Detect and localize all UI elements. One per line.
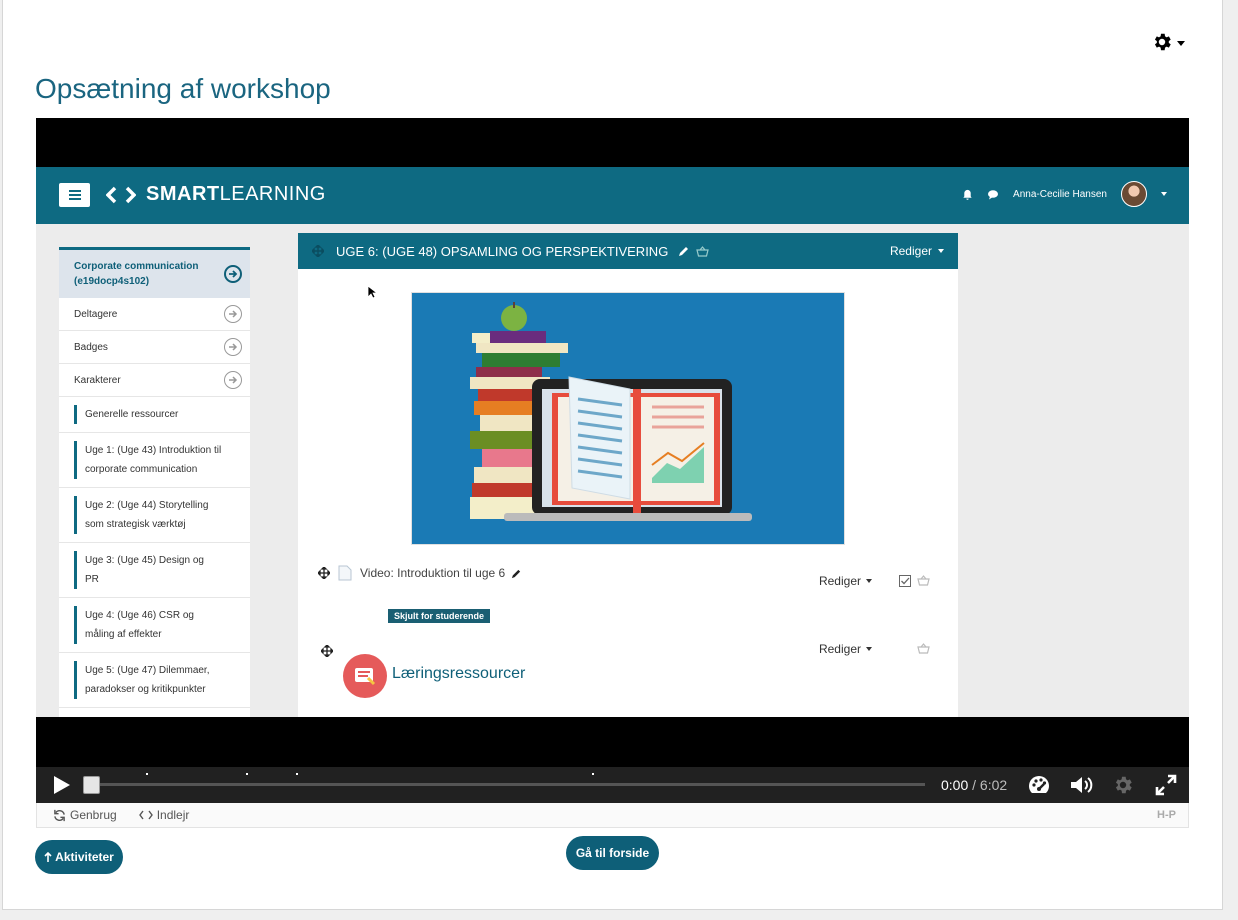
basket-icon <box>696 245 710 257</box>
frame-header: SMARTLEARNING Anna-Cecilie Hansen <box>36 167 1189 224</box>
arrow-right-icon <box>224 305 242 323</box>
playback-speed-icon[interactable] <box>1027 774 1051 796</box>
section-title: UGE 6: (UGE 48) OPSAMLING OG PERSPEKTIVE… <box>336 243 669 259</box>
time-display: 0:00 / 6:02 <box>941 777 1007 793</box>
activities-button[interactable]: Aktiviteter <box>35 840 123 874</box>
hidden-badge: Skjult for studerende <box>388 609 491 623</box>
course-illustration <box>411 292 845 545</box>
reuse-button[interactable]: Genbrug <box>53 808 117 822</box>
chevron-down-icon <box>866 647 872 651</box>
move-icon <box>318 567 330 579</box>
sidebar-section: Generelle ressourcer <box>59 397 250 433</box>
volume-icon[interactable] <box>1069 774 1093 796</box>
reuse-label: Genbrug <box>70 808 117 822</box>
mouse-cursor-icon <box>367 285 377 299</box>
section-label: Uge 2: (Uge 44) Storytelling som strateg… <box>85 500 209 530</box>
code-brackets-icon <box>106 186 136 203</box>
chevron-down-icon <box>1177 40 1185 46</box>
pencil-icon <box>679 247 689 256</box>
arrow-right-icon <box>224 371 242 389</box>
code-icon <box>138 810 153 820</box>
sidebar-section: Uge 5: (Uge 47) Dilemmaer, paradokser og… <box>59 653 250 708</box>
sidebar-section: Uge 3: (Uge 45) Design og PR <box>59 543 250 598</box>
arrow-up-icon <box>44 852 52 862</box>
refresh-icon <box>54 809 65 821</box>
sidebar-course: Corporate communication (e19docp4s102) <box>59 250 250 298</box>
course-name: Corporate communication (e19docp4s102) <box>74 261 199 287</box>
h5p-actions-bar: Genbrug Indlejr H-P <box>36 803 1189 828</box>
arrow-right-icon <box>224 338 242 356</box>
file-icon <box>338 565 352 581</box>
section-label: Uge 1: (Uge 43) Introduktion til corpora… <box>85 445 222 475</box>
chat-icon <box>988 189 999 199</box>
section-label: Uge 3: (Uge 45) Design og PR <box>85 555 204 585</box>
move-icon <box>312 245 324 257</box>
sidebar-item: Karakterer <box>59 364 250 397</box>
section-header: UGE 6: (UGE 48) OPSAMLING OG PERSPEKTIVE… <box>298 233 958 269</box>
time-separator: / <box>968 777 980 793</box>
resources-edit-menu: Rediger <box>819 642 872 656</box>
sidebar-section: Uge 4: (Uge 46) CSR og måling af effekte… <box>59 598 250 653</box>
edit-label: Rediger <box>818 642 861 656</box>
brand-logo: SMARTLEARNING <box>106 183 326 206</box>
section-label: Uge 5: (Uge 47) Dilemmaer, paradokser og… <box>85 665 210 695</box>
home-button[interactable]: Gå til forside <box>566 836 659 870</box>
activities-label: Aktiviteter <box>55 850 114 864</box>
sidebar-item-label: Deltagere <box>74 308 118 320</box>
avatar <box>1121 181 1147 207</box>
edit-label: Rediger <box>818 574 861 588</box>
section-label: Uge 4: (Uge 46) CSR og måling af effekte… <box>85 610 194 640</box>
home-label: Gå til forside <box>575 846 650 860</box>
sidebar-item-label: Badges <box>74 341 108 353</box>
sidebar-section: Uge 2: (Uge 44) Storytelling som strateg… <box>59 488 250 543</box>
frame-user-name: Anna-Cecilie Hansen <box>1013 188 1107 200</box>
video-frame[interactable]: SMARTLEARNING Anna-Cecilie Hansen Corpor… <box>36 167 1189 717</box>
move-icon <box>321 645 333 657</box>
chevron-down-icon <box>938 249 944 253</box>
frame-main: UGE 6: (UGE 48) OPSAMLING OG PERSPEKTIVE… <box>298 233 958 717</box>
chevron-down-icon <box>866 579 872 583</box>
embed-label: Indlejr <box>156 808 190 822</box>
sidebar-item-label: Karakterer <box>74 374 121 386</box>
video-activity-link: Video: Introduktion til uge 6 <box>360 566 506 580</box>
resources-icon <box>343 654 387 698</box>
settings-menu[interactable] <box>1151 31 1185 53</box>
sidebar-item: Badges <box>59 331 250 364</box>
menu-icon <box>59 183 90 207</box>
open-book-drawing <box>552 376 720 513</box>
fullscreen-icon[interactable] <box>1155 774 1177 796</box>
sidebar-section: Uge 1: (Uge 43) Introduktion til corpora… <box>59 433 250 488</box>
embed-button[interactable]: Indlejr <box>138 808 190 822</box>
frame-user-area: Anna-Cecilie Hansen <box>962 181 1167 207</box>
section-label: Generelle ressourcer <box>85 409 179 420</box>
checkbox-icon <box>899 575 911 587</box>
edit-label: Rediger <box>889 244 932 258</box>
settings-icon[interactable] <box>1112 774 1134 796</box>
resources-title: Læringsressourcer <box>392 665 526 682</box>
duration: 6:02 <box>979 777 1008 793</box>
current-time: 0:00 <box>941 777 969 793</box>
basket-icon <box>917 643 930 654</box>
seek-handle[interactable] <box>83 776 100 794</box>
gear-icon <box>1154 33 1171 51</box>
chevron-down-icon <box>1161 192 1167 196</box>
pencil-icon <box>512 569 521 578</box>
video-player[interactable]: SMARTLEARNING Anna-Cecilie Hansen Corpor… <box>36 118 1189 803</box>
brand-bold: SMART <box>146 183 220 205</box>
bell-icon <box>963 189 972 200</box>
play-icon[interactable] <box>52 775 72 795</box>
h5p-logo: H-P <box>1157 809 1176 821</box>
basket-icon <box>917 575 930 586</box>
frame-sidebar: Corporate communication (e19docp4s102) D… <box>59 247 250 717</box>
player-controls: 0:00 / 6:02 <box>36 767 1189 803</box>
section-edit-menu: Rediger <box>890 244 944 258</box>
arrow-right-icon <box>224 265 242 283</box>
sidebar-item: Deltagere <box>59 298 250 331</box>
activity-edit-menu: Rediger <box>819 574 872 588</box>
page-title: Opsætning af workshop <box>35 73 331 104</box>
seek-bar[interactable] <box>86 783 925 786</box>
brand-light: LEARNING <box>219 183 326 205</box>
